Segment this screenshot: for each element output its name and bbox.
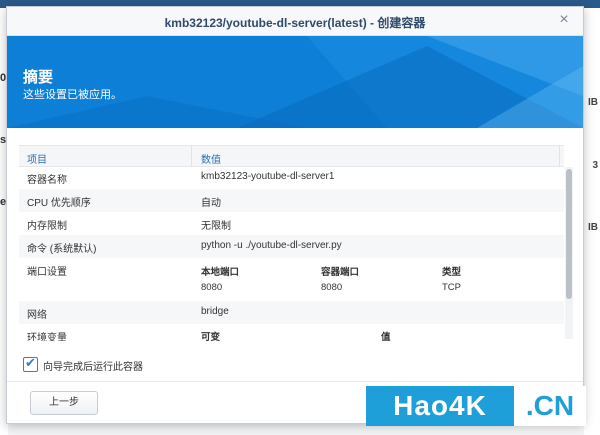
port-header-local: 本地端口	[201, 267, 240, 278]
table-row: 容器名称 kmb32123-youtube-dl-server1	[19, 166, 564, 189]
port-value-type: TCP	[442, 282, 461, 293]
row-label: 内存限制	[27, 221, 67, 232]
banner-title: 摘要	[23, 69, 54, 86]
table-row: 命令 (系统默认) python -u ./youtube-dl-server.…	[19, 235, 564, 258]
table-row: CPU 优先顺序 自动	[19, 189, 564, 212]
run-after-wizard-checkbox[interactable]: ✔	[23, 355, 38, 372]
dialog-titlebar[interactable]: kmb32123/youtube-dl-server(latest) - 创建容…	[7, 7, 583, 36]
port-header-container: 容器端口	[321, 267, 360, 278]
watermark-text-right: .CN	[514, 386, 586, 426]
background-right-fragment: IB	[588, 97, 598, 108]
summary-table: 项目 数值 容器名称 kmb32123-youtube-dl-server1 C…	[19, 145, 564, 341]
row-label: 端口设置	[27, 267, 67, 278]
column-header-item: 项目	[27, 155, 47, 166]
table-row: 网络 bridge	[19, 301, 564, 324]
row-value: 自动	[201, 198, 221, 209]
background-right-fragment: 3	[592, 160, 598, 171]
back-button[interactable]: 上一步	[30, 391, 98, 415]
footer-divider	[7, 381, 583, 382]
table-scrollbar-thumb[interactable]	[566, 169, 572, 299]
env-header-value: 值	[381, 332, 391, 341]
create-container-dialog: kmb32123/youtube-dl-server(latest) - 创建容…	[6, 6, 584, 424]
row-label: 容器名称	[27, 175, 67, 186]
background-right-fragment: IB	[588, 222, 598, 233]
banner-decoration	[7, 36, 583, 128]
row-label: 网络	[27, 310, 47, 321]
banner-subtitle: 这些设置已被应用。	[23, 89, 122, 101]
port-value-container: 8080	[321, 282, 343, 293]
column-divider	[559, 146, 560, 166]
close-icon[interactable]: ×	[555, 11, 573, 29]
summary-banner: 摘要 这些设置已被应用。	[7, 36, 583, 128]
row-value: python -u ./youtube-dl-server.py	[201, 240, 342, 251]
dialog-title: kmb32123/youtube-dl-server(latest) - 创建容…	[164, 16, 426, 30]
table-row: 内存限制 无限制	[19, 212, 564, 235]
table-row-env: 环境变量 可变 值	[19, 324, 564, 341]
port-header-type: 类型	[442, 267, 462, 278]
column-divider	[191, 146, 192, 166]
row-value: kmb32123-youtube-dl-server1	[201, 171, 335, 182]
port-value-local: 8080	[201, 282, 223, 293]
row-label: 命令 (系统默认)	[27, 244, 97, 255]
summary-table-header: 项目 数值	[19, 145, 564, 167]
watermark-logo: Hao4K .CN	[366, 386, 586, 426]
watermark-text-left: Hao4K	[366, 386, 514, 426]
column-header-value: 数值	[201, 155, 221, 166]
row-value: 无限制	[201, 221, 231, 232]
row-value: bridge	[201, 306, 229, 317]
check-icon: ✔	[25, 355, 36, 370]
row-label: CPU 优先顺序	[27, 198, 91, 209]
table-row-ports: 端口设置 本地端口 容器端口 类型 8080 8080 TCP	[19, 258, 564, 301]
env-header-variable: 可变	[201, 332, 221, 341]
run-after-wizard-label[interactable]: 向导完成后运行此容器	[43, 358, 143, 373]
row-label: 环境变量	[27, 333, 67, 341]
